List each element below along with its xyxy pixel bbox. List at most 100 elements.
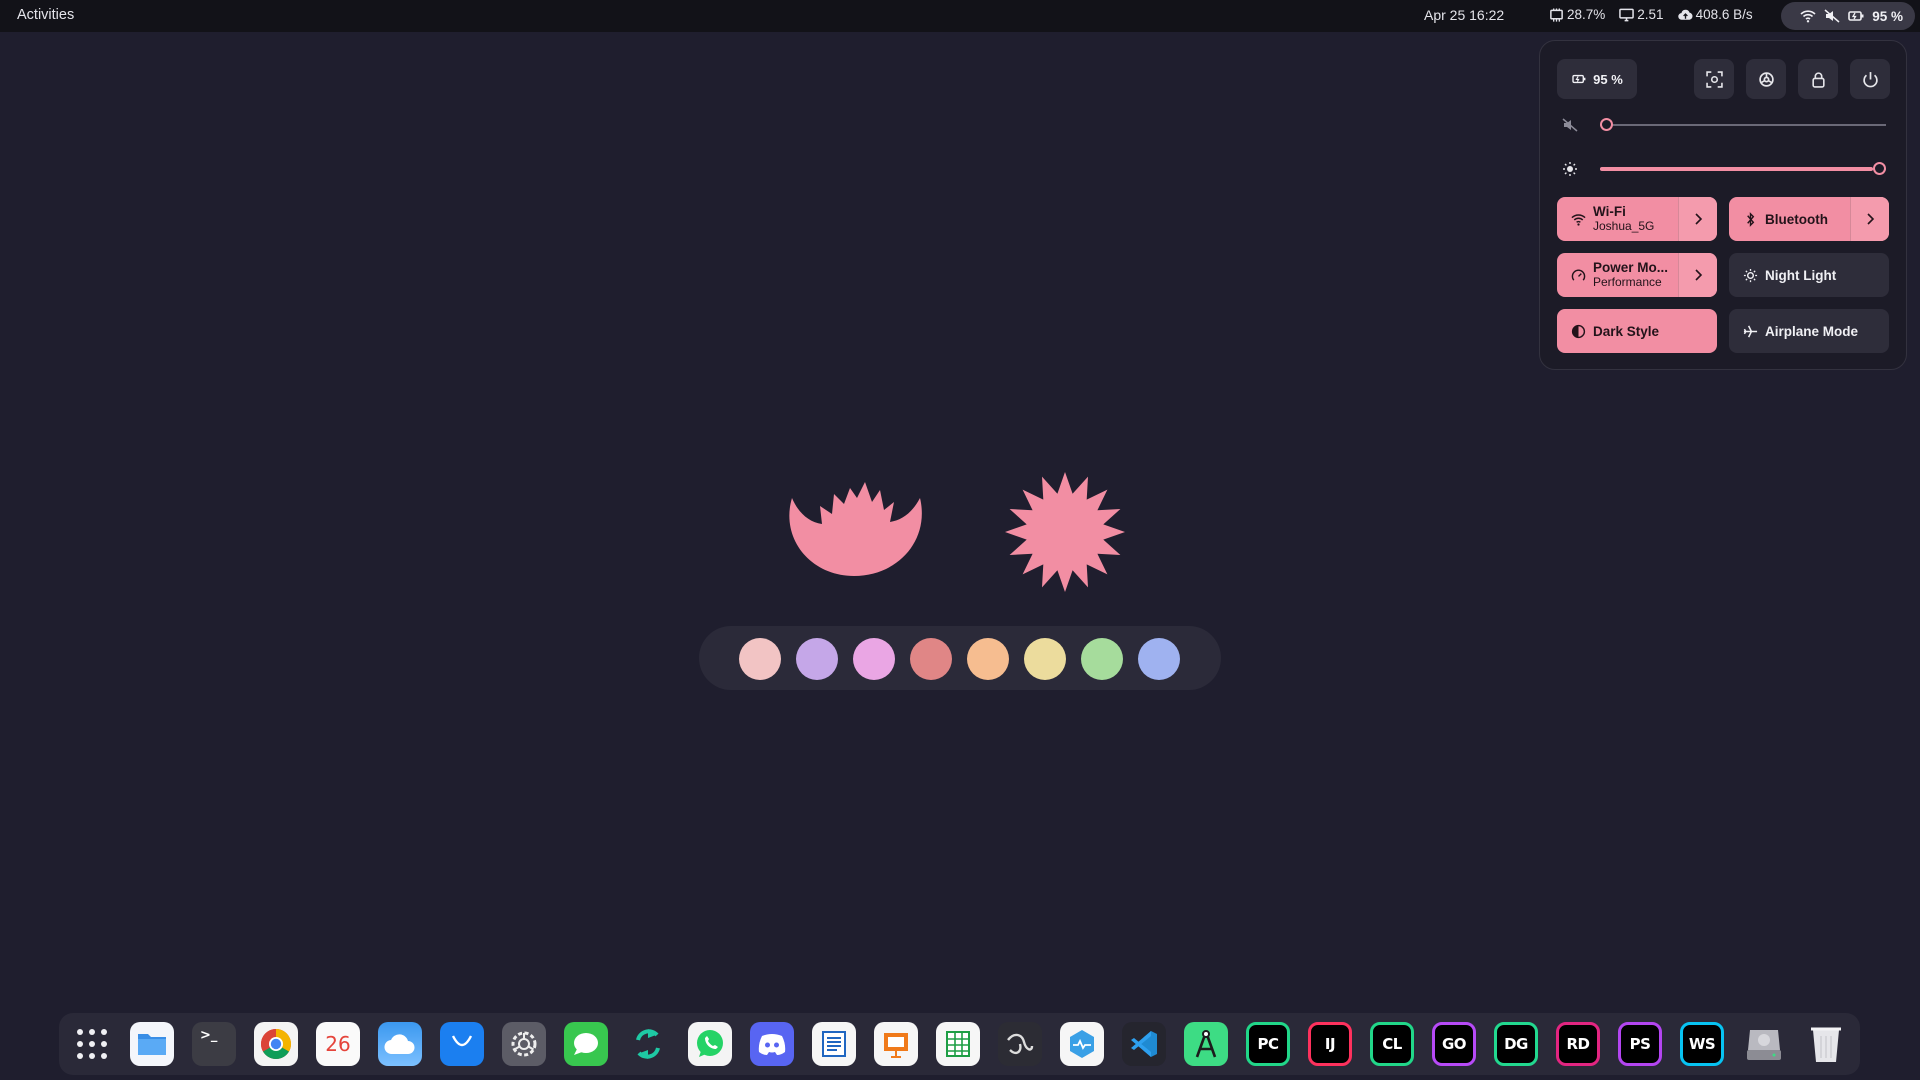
- whatsapp-icon: [697, 1030, 723, 1057]
- dark-style-toggle[interactable]: Dark Style: [1557, 309, 1717, 353]
- sync-app[interactable]: [626, 1022, 670, 1066]
- screenshot-button[interactable]: [1694, 59, 1734, 99]
- bluetooth-label: Bluetooth: [1765, 211, 1828, 227]
- whatsapp-app[interactable]: [688, 1022, 732, 1066]
- files-app[interactable]: [130, 1022, 174, 1066]
- compass-icon: [1195, 1030, 1217, 1058]
- trash-app[interactable]: [1804, 1022, 1848, 1066]
- bluetooth-menu-button[interactable]: [1850, 197, 1889, 241]
- power-mode-label: Power Mo...: [1593, 260, 1669, 275]
- cloud-upload-icon: [1677, 9, 1693, 20]
- phpstorm-icon: PS: [1629, 1035, 1651, 1053]
- cloud-icon: [384, 1034, 415, 1055]
- goland-app[interactable]: GO: [1432, 1022, 1476, 1066]
- document-icon: [822, 1031, 846, 1057]
- dock: >_ 26 PC IJ CL GO DG RD PS WS: [59, 1013, 1860, 1075]
- wifi-network-name: Joshua_5G: [1593, 219, 1655, 233]
- color-swatch[interactable]: [910, 638, 952, 680]
- power-mode-value: Performance: [1593, 275, 1662, 289]
- clock[interactable]: Apr 25 16:22: [1424, 7, 1504, 23]
- power-button[interactable]: [1850, 59, 1890, 99]
- clion-app[interactable]: CL: [1370, 1022, 1414, 1066]
- volume-muted-icon[interactable]: [1562, 117, 1578, 133]
- power-mode-toggle[interactable]: Power Mo... Performance: [1557, 253, 1717, 297]
- pycharm-app[interactable]: PC: [1246, 1022, 1290, 1066]
- lock-icon: [1811, 71, 1825, 88]
- app-grid-icon: [77, 1029, 107, 1059]
- battery-percent: 95 %: [1872, 8, 1903, 24]
- wifi-icon: [1800, 10, 1816, 23]
- wifi-labels: Wi-Fi Joshua_5G: [1593, 204, 1654, 234]
- chevron-right-icon: [1695, 269, 1703, 281]
- wifi-menu-button[interactable]: [1678, 197, 1717, 241]
- activities-button[interactable]: Activities: [17, 7, 74, 23]
- brightness-fill: [1600, 167, 1873, 171]
- cpu-value: 28.7%: [1567, 7, 1606, 22]
- volume-slider-handle[interactable]: [1600, 118, 1613, 131]
- clion-icon: CL: [1382, 1035, 1402, 1053]
- airplane-icon: [1743, 325, 1758, 337]
- discord-app[interactable]: [750, 1022, 794, 1066]
- hard-drive-icon: [1747, 1030, 1781, 1060]
- wifi-label: Wi-Fi: [1593, 204, 1626, 219]
- writer-app[interactable]: [812, 1022, 856, 1066]
- shopping-bag-icon: [451, 1035, 473, 1047]
- wifi-toggle[interactable]: Wi-Fi Joshua_5G: [1557, 197, 1717, 241]
- night-light-toggle[interactable]: Night Light: [1729, 253, 1889, 297]
- messages-app[interactable]: [564, 1022, 608, 1066]
- rider-icon: RD: [1566, 1035, 1590, 1053]
- color-swatch[interactable]: [796, 638, 838, 680]
- load-value: 2.51: [1637, 7, 1664, 22]
- wallpaper-art: [789, 472, 1125, 592]
- settings-button[interactable]: [1746, 59, 1786, 99]
- network-value: 408.6 B/s: [1695, 7, 1753, 22]
- app-grid-button[interactable]: [70, 1022, 114, 1066]
- webstorm-app[interactable]: WS: [1680, 1022, 1724, 1066]
- power-icon: [1862, 71, 1878, 87]
- health-app[interactable]: [1060, 1022, 1104, 1066]
- airplane-mode-toggle[interactable]: Airplane Mode: [1729, 309, 1889, 353]
- presentation-icon: [884, 1033, 908, 1058]
- calendar-app[interactable]: 26: [316, 1022, 360, 1066]
- rider-app[interactable]: RD: [1556, 1022, 1600, 1066]
- system-monitor[interactable]: 28.7% 2.51 408.6 B/s: [1549, 7, 1753, 22]
- bluetooth-icon: [1747, 211, 1755, 227]
- color-swatch[interactable]: [1081, 638, 1123, 680]
- android-studio-app[interactable]: [1184, 1022, 1228, 1066]
- load-average: 2.51: [1619, 7, 1664, 22]
- intellij-app[interactable]: IJ: [1308, 1022, 1352, 1066]
- brightness-icon: [1563, 162, 1577, 176]
- wifi-icon: [1571, 213, 1586, 226]
- airplane-mode-label: Airplane Mode: [1765, 323, 1859, 339]
- color-swatch[interactable]: [1024, 638, 1066, 680]
- chrome-app[interactable]: [254, 1022, 298, 1066]
- battery-indicator[interactable]: 95 %: [1557, 59, 1637, 99]
- spreadsheet-icon: [946, 1031, 970, 1057]
- volume-track[interactable]: [1600, 124, 1886, 126]
- power-mode-menu-button[interactable]: [1678, 253, 1717, 297]
- vscode-app[interactable]: [1122, 1022, 1166, 1066]
- settings-app[interactable]: [502, 1022, 546, 1066]
- brightness-slider-handle[interactable]: [1873, 162, 1886, 175]
- software-store-app[interactable]: [440, 1022, 484, 1066]
- bluetooth-toggle[interactable]: Bluetooth: [1729, 197, 1889, 241]
- color-swatch[interactable]: [739, 638, 781, 680]
- calc-app[interactable]: [936, 1022, 980, 1066]
- terminal-icon: >_: [200, 1028, 218, 1043]
- weather-app[interactable]: [378, 1022, 422, 1066]
- phpstorm-app[interactable]: PS: [1618, 1022, 1662, 1066]
- color-swatch[interactable]: [1138, 638, 1180, 680]
- terminal-app[interactable]: >_: [192, 1022, 236, 1066]
- webstorm-icon: WS: [1688, 1035, 1716, 1053]
- drive-app[interactable]: [1742, 1022, 1786, 1066]
- volume-slider-row: [1557, 111, 1889, 139]
- datagrip-app[interactable]: DG: [1494, 1022, 1538, 1066]
- pycharm-icon: PC: [1257, 1035, 1279, 1053]
- color-swatch[interactable]: [967, 638, 1009, 680]
- chevron-right-icon: [1867, 213, 1875, 225]
- system-tray[interactable]: 95 %: [1781, 2, 1915, 30]
- color-swatch[interactable]: [853, 638, 895, 680]
- impress-app[interactable]: [874, 1022, 918, 1066]
- obs-app[interactable]: [998, 1022, 1042, 1066]
- lock-button[interactable]: [1798, 59, 1838, 99]
